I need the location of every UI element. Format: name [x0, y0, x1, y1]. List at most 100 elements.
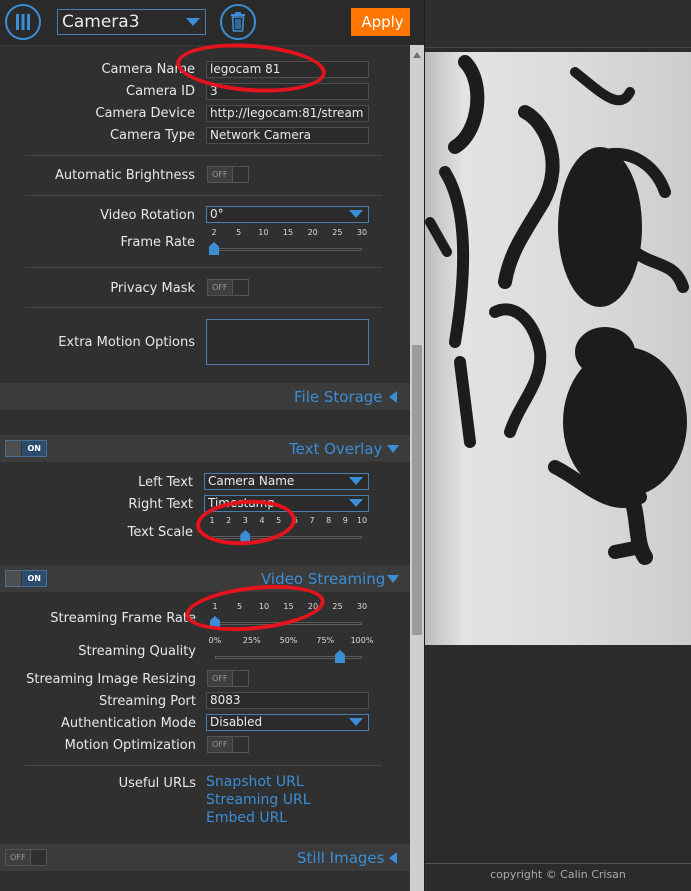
text-scale-slider-track[interactable] [212, 536, 362, 539]
extra-motion-options-label: Extra Motion Options [58, 335, 195, 350]
camera-type-input[interactable]: Network Camera [206, 127, 369, 144]
streaming-frame-rate-slider-handle[interactable] [210, 616, 220, 629]
camera-id-input[interactable]: 3 [206, 83, 369, 100]
still-images-toggle[interactable]: OFF [5, 849, 47, 866]
streaming-port-label: Streaming Port [98, 694, 196, 709]
streaming-quality-tick-label: 0% [208, 636, 222, 645]
divider [25, 267, 382, 268]
divider [25, 765, 382, 766]
streaming-url-link[interactable]: Streaming URL [206, 792, 311, 808]
streaming-frame-rate-slider-track[interactable] [215, 622, 362, 625]
frame-rate-slider-track[interactable] [214, 248, 362, 251]
camera-select[interactable]: Camera3 [57, 9, 206, 35]
streaming-frame-rate-tick-label: 10 [258, 602, 270, 611]
chevron-down-icon [349, 477, 363, 485]
text-scale-slider[interactable]: 1 2 3 4 5 6 7 8 9 10 [209, 516, 367, 546]
still-images-title: Still Images [297, 849, 385, 867]
useful-urls-label: Useful URLs [118, 776, 196, 791]
streaming-frame-rate-tick-label: 5 [236, 602, 243, 611]
text-overlay-toggle[interactable]: ON [5, 440, 47, 457]
vertical-bars-icon [16, 14, 30, 30]
chevron-down-icon [349, 718, 363, 726]
extra-motion-options-textarea[interactable] [206, 319, 369, 365]
video-streaming-toggle[interactable]: ON [5, 570, 47, 587]
camera-select-value: Camera3 [62, 12, 140, 32]
left-text-value: Camera Name [208, 474, 295, 488]
streaming-quality-tick-label: 75% [316, 636, 335, 645]
scroll-up-icon[interactable] [413, 52, 421, 58]
still-images-header[interactable]: OFF Still Images [0, 844, 410, 871]
text-scale-tick-label: 7 [309, 516, 315, 525]
snapshot-url-link[interactable]: Snapshot URL [206, 774, 304, 790]
text-scale-tick-label: 6 [292, 516, 298, 525]
video-streaming-header[interactable]: ON Video Streaming [0, 565, 410, 592]
divider [25, 307, 382, 308]
streaming-frame-rate-tick-label: 20 [307, 602, 319, 611]
footer-divider [425, 863, 691, 864]
auto-brightness-toggle[interactable]: OFF [207, 166, 249, 183]
streaming-quality-label: Streaming Quality [78, 644, 196, 659]
text-scale-label: Text Scale [127, 525, 193, 540]
left-text-label: Left Text [138, 475, 193, 490]
streaming-frame-rate-slider[interactable]: 1 5 10 15 20 25 30 [210, 602, 367, 632]
motion-optimization-label: Motion Optimization [64, 738, 196, 753]
privacy-mask-label: Privacy Mask [110, 281, 195, 296]
streaming-port-input[interactable]: 8083 [206, 692, 369, 709]
chevron-down-icon [186, 18, 200, 26]
frame-rate-tick-label: 20 [307, 228, 318, 237]
streaming-frame-rate-tick-label: 25 [332, 602, 343, 611]
toggle-knob [6, 571, 22, 586]
expand-down-icon [387, 575, 399, 583]
streaming-frame-rate-label: Streaming Frame Rate [50, 611, 196, 626]
streaming-quality-slider-handle[interactable] [334, 650, 345, 663]
text-overlay-header[interactable]: ON Text Overlay [0, 435, 410, 462]
settings-toolbar: Camera3 Apply [0, 0, 410, 46]
frame-rate-tick-label: 25 [332, 228, 343, 237]
divider [25, 155, 382, 156]
toggle-knob [30, 850, 46, 865]
embed-url-link[interactable]: Embed URL [206, 810, 287, 826]
frame-rate-slider-handle[interactable] [209, 242, 219, 255]
apply-button[interactable]: Apply [351, 8, 410, 36]
toggle-state: ON [27, 574, 42, 583]
streaming-frame-rate-tick-label: 1 [212, 602, 218, 611]
camera-snapshot-image [425, 55, 689, 565]
toggle-knob [232, 167, 248, 182]
right-text-select[interactable]: Timestamp [204, 495, 369, 512]
settings-scrollbar-thumb[interactable] [412, 345, 422, 635]
toggle-state: ON [27, 444, 42, 453]
streaming-quality-tick-label: 50% [279, 636, 298, 645]
text-overlay-title: Text Overlay [289, 440, 383, 458]
trash-icon [231, 12, 245, 32]
left-text-select[interactable]: Camera Name [204, 473, 369, 490]
delete-camera-button[interactable] [220, 4, 256, 40]
menu-button[interactable] [5, 4, 41, 40]
toggle-state: OFF [212, 170, 228, 179]
privacy-mask-toggle[interactable]: OFF [207, 279, 249, 296]
frame-rate-slider[interactable]: 2 5 10 15 20 25 30 [209, 228, 367, 258]
text-scale-tick-label: 4 [259, 516, 265, 525]
toggle-knob [232, 280, 248, 295]
video-rotation-select[interactable]: 0° [206, 206, 369, 223]
streaming-frame-rate-tick-label: 15 [283, 602, 294, 611]
text-scale-slider-handle[interactable] [240, 530, 251, 543]
right-text-value: Timestamp [208, 496, 275, 510]
text-scale-tick-label: 3 [242, 516, 248, 525]
text-scale-tick-label: 9 [342, 516, 348, 525]
file-storage-header[interactable]: File Storage [0, 383, 410, 410]
chevron-down-icon [349, 210, 363, 218]
streaming-quality-slider[interactable]: 0% 25% 50% 75% 100% [209, 636, 373, 666]
motion-optimization-toggle[interactable]: OFF [207, 736, 249, 753]
toggle-state: OFF [212, 283, 228, 292]
copyright-footer: copyright © Calin Crisan [490, 868, 626, 881]
camera-device-input[interactable]: http://legocam:81/stream [206, 105, 369, 122]
frame-rate-tick-label: 30 [356, 228, 368, 237]
text-scale-tick-label: 10 [356, 516, 368, 525]
frame-rate-tick-label: 5 [236, 228, 242, 237]
camera-name-input[interactable]: legocam 81 [206, 61, 369, 78]
streaming-image-resizing-toggle[interactable]: OFF [207, 670, 249, 687]
auto-brightness-label: Automatic Brightness [54, 168, 195, 183]
toggle-state: OFF [212, 740, 228, 749]
authentication-mode-select[interactable]: Disabled [206, 714, 369, 731]
camera-frame[interactable] [425, 52, 691, 645]
